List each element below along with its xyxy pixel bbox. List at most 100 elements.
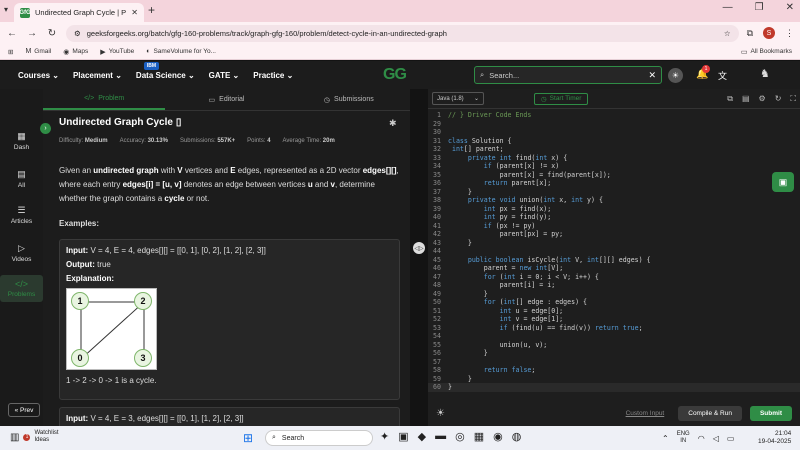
tray-chevron-up-icon[interactable]: ⌃ [662, 434, 669, 443]
nav-placement[interactable]: Placement ⌄ [73, 71, 122, 80]
search-input[interactable]: Search... [489, 71, 519, 80]
code-line[interactable]: 40 int py = find(y); [428, 213, 800, 222]
code-line[interactable]: 51 int u = edge[0]; [428, 307, 800, 316]
code-line[interactable]: 37 } [428, 188, 800, 197]
back-icon[interactable]: ← [6, 28, 18, 39]
user-avatar-icon[interactable]: ♞ [760, 67, 770, 80]
code-line[interactable]: 36 return parent[x]; [428, 179, 800, 188]
apps-grid-icon[interactable]: ⊞ [8, 48, 13, 56]
code-line[interactable]: 54 [428, 332, 800, 341]
code-line[interactable]: 55 union(u, v); [428, 341, 800, 350]
code-line[interactable]: 34 if (parent[x] != x) [428, 162, 800, 171]
nav-gate[interactable]: GATE ⌄ [209, 71, 240, 80]
custom-input-link[interactable]: Custom Input [626, 410, 665, 417]
bookmark-samevolume[interactable]: ◐ SameVolume for Yo... [146, 48, 216, 55]
expand-sidebar-icon[interactable]: › [40, 123, 51, 134]
tab-editorial[interactable]: ▭ Editorial [165, 89, 287, 110]
code-line[interactable]: 33 private int find(int x) { [428, 154, 800, 163]
code-area[interactable]: 1 // } Driver Code Ends 29 30 31 class So… [428, 111, 800, 392]
resize-handle-icon[interactable]: ◁▷ [413, 242, 425, 254]
sidebar-item-dash[interactable]: ▦ Dash [0, 131, 43, 151]
taskbar-clock[interactable]: 21:04 19-04-2025 [758, 430, 791, 446]
volume-icon[interactable]: ◁ [713, 434, 719, 443]
translate-icon[interactable]: 文 [718, 69, 727, 82]
code-line[interactable]: 48 parent[i] = i; [428, 281, 800, 290]
code-line[interactable]: 39 int px = find(x); [428, 205, 800, 214]
reload-icon[interactable]: ↻ [46, 28, 58, 39]
site-info-icon[interactable]: ⚙ [74, 29, 81, 38]
forward-icon[interactable]: → [26, 28, 38, 39]
fullscreen-icon[interactable]: ⛶ [790, 94, 796, 104]
report-bug-icon[interactable]: ✱ [389, 118, 397, 129]
language-select[interactable]: Java (1.8) ⌄ [432, 92, 484, 105]
input-language[interactable]: ENG IN [677, 431, 690, 445]
sidebar-item-videos[interactable]: ▷ Videos [0, 243, 43, 263]
code-line[interactable]: 52 int v = edge[1]; [428, 315, 800, 324]
format-icon[interactable]: ▤ [742, 94, 750, 104]
bookmark-icon[interactable]: ▯ [176, 117, 182, 128]
code-line[interactable]: 30 [428, 128, 800, 137]
bookmark-gmail[interactable]: M Gmail [25, 48, 51, 55]
start-timer-button[interactable]: ◷ Start Timer [534, 92, 589, 105]
code-line[interactable]: 44 [428, 247, 800, 256]
menu-icon[interactable]: ⋮ [785, 28, 794, 39]
code-line[interactable]: 58 return false; [428, 366, 800, 375]
file-explorer-icon[interactable]: ▬ [435, 430, 446, 443]
code-line[interactable]: 47 for (int i = 0; i < V; i++) { [428, 273, 800, 282]
profile-avatar[interactable]: S [763, 27, 775, 39]
windows-start-icon[interactable]: ⊞ [243, 431, 253, 445]
edge-icon[interactable]: ◎ [455, 430, 465, 443]
minimize-icon[interactable]: — [723, 2, 733, 13]
code-line[interactable]: 1 // } Driver Code Ends [428, 111, 800, 120]
code-line[interactable]: 45 public boolean isCycle(int V, int[][]… [428, 256, 800, 265]
address-bar[interactable]: ⚙ geeksforgeeks.org/batch/gfg-160-proble… [66, 24, 739, 42]
code-line[interactable]: 41 if (px != py) [428, 222, 800, 231]
widgets-button[interactable]: ▥ 1 Watchlist Ideas [10, 430, 59, 444]
code-line[interactable]: 49 } [428, 290, 800, 299]
bookmark-star-icon[interactable]: ☆ [724, 29, 731, 38]
code-line[interactable]: 38 private void union(int x, int y) { [428, 196, 800, 205]
tab-problem[interactable]: </> Problem [43, 89, 166, 110]
code-line[interactable]: 57 [428, 358, 800, 367]
tab-submissions[interactable]: ◷ Submissions [288, 89, 410, 110]
theme-toggle-icon[interactable]: ☀ [668, 68, 683, 83]
compile-run-button[interactable]: Compile & Run [678, 406, 742, 421]
code-line[interactable]: 46 parent = new int[V]; [428, 264, 800, 273]
dell-icon[interactable]: ◉ [493, 430, 503, 443]
bookmark-maps[interactable]: ◉ Maps [63, 48, 88, 56]
battery-icon[interactable]: ▭ [727, 434, 735, 443]
code-line[interactable]: 60 } [428, 383, 800, 392]
reset-icon[interactable]: ↻ [775, 94, 782, 104]
teams-icon[interactable]: ◆ [418, 430, 426, 443]
tab-search-icon[interactable]: ▾ [4, 5, 8, 14]
chat-icon[interactable]: ▣ [772, 172, 794, 192]
code-line[interactable]: 42 parent[px] = py; [428, 230, 800, 239]
code-line[interactable]: 53 if (find(u) == find(v)) return true; [428, 324, 800, 333]
store-icon[interactable]: ▦ [474, 430, 484, 443]
window-close-icon[interactable]: ✕ [786, 2, 794, 13]
panel-resizer[interactable]: ◁▷ [410, 89, 428, 426]
close-icon[interactable]: ✕ [131, 8, 138, 17]
extensions-icon[interactable]: ⧉ [747, 28, 753, 39]
prev-button[interactable]: « Prev [8, 403, 40, 417]
code-line[interactable]: 31 class Solution { [428, 137, 800, 146]
sidebar-item-articles[interactable]: ☰ Articles [0, 205, 43, 225]
notification-bell-icon[interactable]: 🔔 1 [696, 65, 710, 80]
new-tab-icon[interactable]: + [148, 3, 155, 17]
code-line[interactable]: 32 int[] parent; [428, 145, 800, 154]
gfg-logo[interactable]: GG [383, 66, 407, 84]
nav-courses[interactable]: Courses ⌄ [18, 71, 59, 80]
browser-tab[interactable]: GfG Undirected Graph Cycle | Practic ✕ [14, 3, 144, 22]
settings-icon[interactable]: ⚙ [759, 94, 766, 104]
clear-search-icon[interactable]: ✕ [648, 70, 656, 81]
copilot-icon[interactable]: ✦ [380, 430, 389, 443]
code-line[interactable]: 56 } [428, 349, 800, 358]
taskbar-search[interactable]: ⌕ Search [265, 430, 373, 446]
copy-icon[interactable]: ⧉ [727, 94, 733, 104]
sidebar-item-all[interactable]: ▤ All [0, 169, 43, 189]
sidebar-item-problems[interactable]: </> Problems [0, 275, 43, 302]
chrome-icon[interactable]: ◍ [512, 430, 522, 443]
code-line[interactable]: 43 } [428, 239, 800, 248]
editor-theme-icon[interactable]: ☀ [436, 408, 445, 419]
nav-practice[interactable]: Practice ⌄ [253, 71, 293, 80]
